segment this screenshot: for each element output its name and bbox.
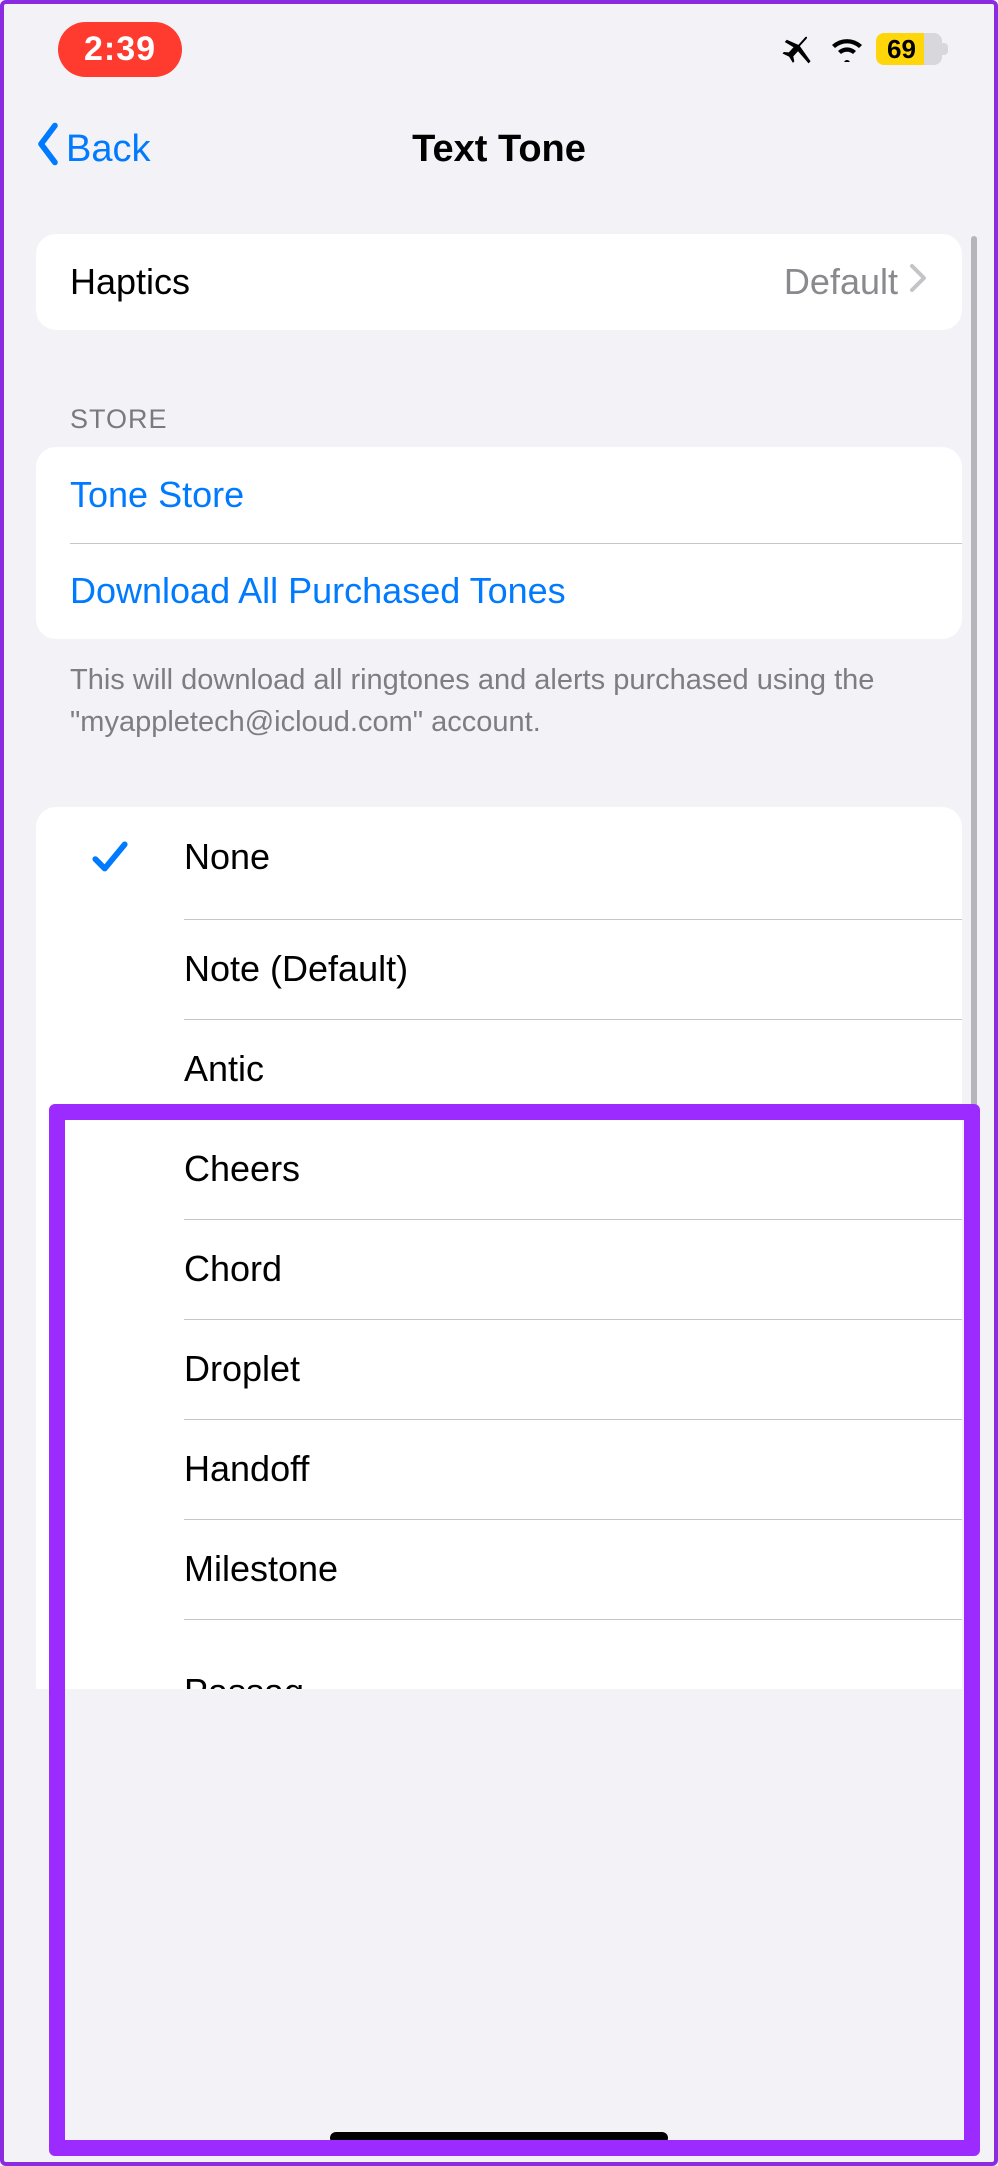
battery-level: 69 xyxy=(876,33,924,65)
airplane-icon xyxy=(782,33,818,65)
haptics-row[interactable]: Haptics Default xyxy=(36,234,962,330)
tone-label: Droplet xyxy=(184,1348,938,1390)
tone-store-label: Tone Store xyxy=(70,474,244,516)
tone-label: Handoff xyxy=(184,1448,938,1490)
store-header: STORE xyxy=(36,404,962,447)
tone-row-antic[interactable]: Antic xyxy=(36,1019,962,1119)
tone-row-chord[interactable]: Chord xyxy=(36,1219,962,1319)
page-title: Text Tone xyxy=(18,128,980,171)
tone-label: Antic xyxy=(184,1048,938,1090)
back-button[interactable]: Back xyxy=(30,121,150,177)
status-bar: 2:39 69 xyxy=(18,4,980,94)
tone-row-note[interactable]: Note (Default) xyxy=(36,919,962,1019)
tone-label: Cheers xyxy=(184,1148,938,1190)
haptics-group: Haptics Default xyxy=(36,234,962,330)
tone-label: Milestone xyxy=(184,1548,938,1590)
tone-label: None xyxy=(184,836,938,878)
checkmark-icon xyxy=(36,836,184,878)
tone-store-link[interactable]: Tone Store xyxy=(36,447,962,543)
haptics-value: Default xyxy=(784,261,898,303)
download-all-link[interactable]: Download All Purchased Tones xyxy=(36,543,962,639)
download-all-label: Download All Purchased Tones xyxy=(70,570,566,612)
status-right: 69 xyxy=(782,33,942,65)
status-time: 2:39 xyxy=(58,22,182,77)
haptics-label: Haptics xyxy=(70,261,190,303)
chevron-left-icon xyxy=(30,121,66,177)
store-footer: This will download all ringtones and ale… xyxy=(36,639,962,743)
wifi-icon xyxy=(830,36,864,62)
tones-group: None Note (Default) Antic Cheers Chord xyxy=(36,807,962,1689)
battery-icon: 69 xyxy=(876,33,942,65)
tone-label: Passag xyxy=(184,1671,938,1689)
tone-label: Chord xyxy=(184,1248,938,1290)
tone-row-handoff[interactable]: Handoff xyxy=(36,1419,962,1519)
back-label: Back xyxy=(66,128,150,171)
tone-row-droplet[interactable]: Droplet xyxy=(36,1319,962,1419)
tone-label: Note (Default) xyxy=(184,948,938,990)
tone-row-none[interactable]: None xyxy=(36,807,962,907)
chevron-right-icon xyxy=(908,261,928,303)
home-indicator[interactable] xyxy=(330,2132,668,2144)
nav-bar: Back Text Tone xyxy=(18,94,980,204)
scroll-indicator[interactable] xyxy=(971,236,977,1486)
tone-row-cheers[interactable]: Cheers xyxy=(36,1119,962,1219)
tone-row-milestone[interactable]: Milestone xyxy=(36,1519,962,1619)
tone-row-partial[interactable]: Passag xyxy=(36,1619,962,1689)
store-group: Tone Store Download All Purchased Tones xyxy=(36,447,962,639)
